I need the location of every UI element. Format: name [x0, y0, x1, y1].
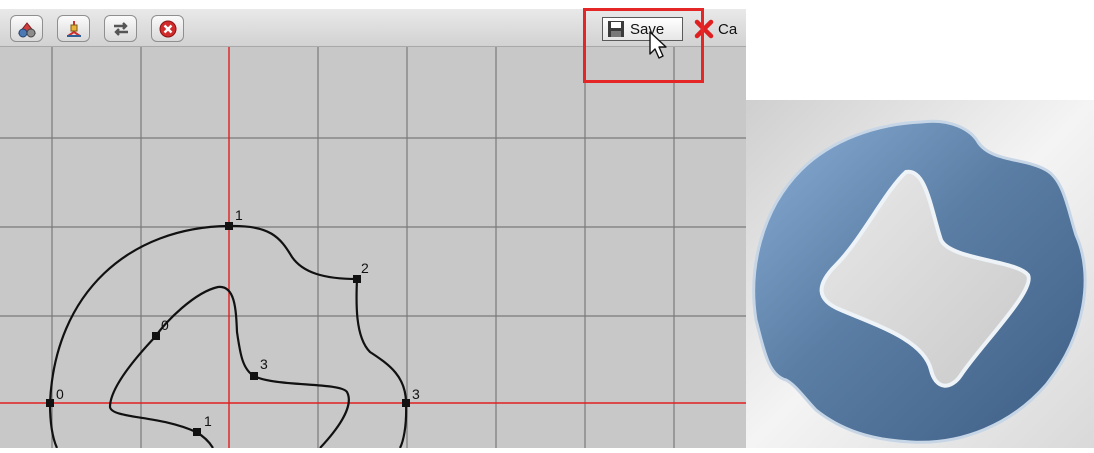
extruded-part-image [746, 100, 1094, 448]
swap-tool-button[interactable] [104, 15, 137, 42]
outer-profile-curve [48, 224, 408, 448]
transform-icon [66, 20, 81, 37]
axis-lines [0, 47, 746, 448]
inner-point-label: 1 [204, 413, 212, 429]
red-circle-x-icon [159, 20, 176, 37]
inner-point-label: 0 [161, 317, 169, 333]
control-points[interactable] [46, 222, 410, 436]
inner-point-1[interactable] [193, 428, 201, 436]
inner-point-label: 3 [260, 356, 268, 372]
outer-point-3[interactable] [402, 399, 410, 407]
save-highlight-box [583, 8, 704, 83]
mouse-cursor-icon [649, 31, 667, 59]
inner-point-3[interactable] [250, 372, 258, 380]
grid-lines [0, 47, 746, 448]
shape-tool-button[interactable] [10, 15, 43, 42]
outer-point-label: 1 [235, 207, 243, 223]
swap-arrows-icon [113, 21, 128, 36]
transform-tool-button[interactable] [57, 15, 90, 42]
outer-point-1[interactable] [225, 222, 233, 230]
outer-point-label: 3 [412, 386, 420, 402]
part-preview-render [746, 100, 1094, 448]
outer-point-2[interactable] [353, 275, 361, 283]
inner-point-0[interactable] [152, 332, 160, 340]
shapes-icon [17, 21, 36, 37]
outer-point-label: 2 [361, 260, 369, 276]
outer-point-label: 0 [56, 386, 64, 402]
cancel-label: Ca [718, 20, 738, 38]
sketch-canvas[interactable]: 0 1 2 3 0 3 1 [0, 47, 746, 448]
sketch-svg: 0 1 2 3 0 3 1 [0, 47, 746, 448]
delete-tool-button[interactable] [151, 15, 184, 42]
outer-point-0[interactable] [46, 399, 54, 407]
point-labels: 0 1 2 3 0 3 1 [56, 207, 420, 429]
